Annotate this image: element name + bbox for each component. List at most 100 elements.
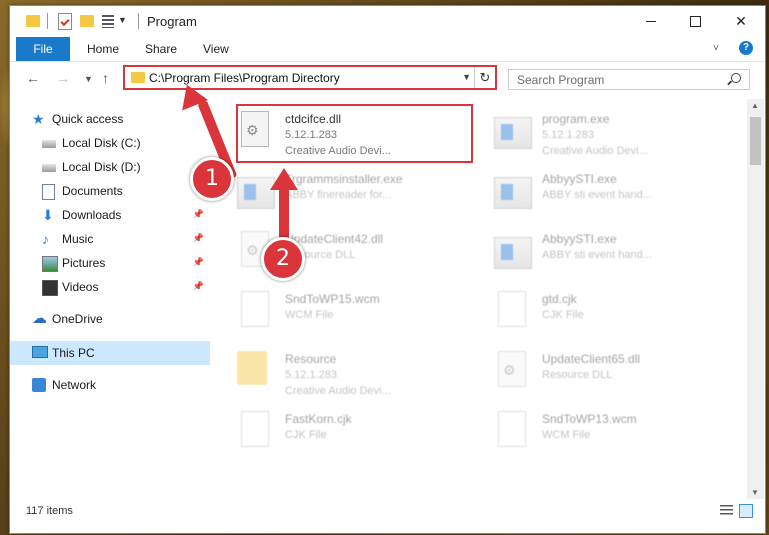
sidebar-item-documents[interactable]: Documents <box>10 179 210 203</box>
details-view-icon[interactable] <box>720 505 733 517</box>
navigation-pane: ★ Quick access Local Disk (C:) Local Dis… <box>10 99 210 499</box>
file-name: gtd.cjk <box>542 292 577 306</box>
download-icon: ⬇ <box>42 207 54 223</box>
large-icons-view-icon[interactable] <box>739 504 753 518</box>
file-name: AbbyySTI.exe <box>542 172 617 186</box>
file-item[interactable]: UpdateClient65.dll Resource DLL <box>494 351 734 406</box>
divider <box>47 13 48 29</box>
highlight-box <box>236 104 473 163</box>
new-folder-icon[interactable] <box>80 15 94 27</box>
sidebar-item-downloads[interactable]: ⬇ Downloads 📌 <box>10 203 210 227</box>
properties-icon[interactable] <box>58 13 72 30</box>
scroll-thumb[interactable] <box>750 117 761 165</box>
expand-ribbon-icon[interactable]: ˅ <box>713 43 719 54</box>
up-button[interactable]: ↑ <box>102 70 109 86</box>
vertical-scrollbar[interactable]: ▲ ▼ <box>747 99 764 499</box>
sidebar-item-onedrive[interactable]: ☁ OneDrive <box>10 307 210 331</box>
file-icon <box>241 411 269 447</box>
folder-icon <box>131 72 145 83</box>
search-icon[interactable] <box>731 73 741 83</box>
address-path[interactable]: C:\Program Files\Program Directory <box>149 71 340 85</box>
computer-icon <box>32 346 48 358</box>
address-bar[interactable]: C:\Program Files\Program Directory ▼ ↻ <box>123 65 497 90</box>
close-button[interactable]: ✕ <box>718 6 764 37</box>
arrow-head <box>270 168 298 190</box>
file-item[interactable]: AbbyySTI.exe ABBY sti event hand... <box>494 171 734 226</box>
file-type: WCM File <box>542 429 591 441</box>
minimize-icon <box>646 21 656 22</box>
file-item[interactable]: Resource 5.12.1.283 Creative Audio Devi.… <box>237 351 477 406</box>
search-input[interactable]: Search Program <box>508 69 750 90</box>
pictures-icon <box>42 256 58 272</box>
maximize-button[interactable] <box>672 6 718 37</box>
file-description: Creative Audio Devi... <box>542 145 648 157</box>
file-description: ABBY sti event hand... <box>542 249 652 261</box>
back-button[interactable]: ← <box>26 70 40 86</box>
file-type: CJK File <box>285 429 327 441</box>
pin-icon[interactable]: 📌 <box>193 209 204 220</box>
sidebar-item-label: Documents <box>62 184 123 198</box>
dll-icon <box>498 351 526 387</box>
refresh-button[interactable]: ↻ <box>474 67 495 88</box>
file-item[interactable]: SndToWP15.wcm WCM File <box>237 291 477 346</box>
divider <box>138 13 139 29</box>
scroll-up-icon[interactable]: ▲ <box>751 101 759 110</box>
file-name: UpdateClient65.dll <box>542 352 641 366</box>
forward-button[interactable]: → <box>56 70 70 86</box>
title-bar: ▼ Program ✕ <box>10 6 765 37</box>
view-options-icon[interactable] <box>102 15 114 28</box>
sidebar-item-local-disk-c[interactable]: Local Disk (C:) <box>10 131 210 155</box>
exe-icon <box>494 177 532 209</box>
chevron-down-icon[interactable]: ▼ <box>118 15 127 31</box>
sidebar-item-label: Music <box>62 232 94 246</box>
tab-view[interactable]: View <box>203 37 229 61</box>
ribbon-tabs: File Home Share View ˅ ? <box>10 37 765 62</box>
sidebar-item-label: Local Disk (D:) <box>62 160 141 174</box>
sidebar-item-music[interactable]: ♪ Music 📌 <box>10 227 210 251</box>
pin-icon[interactable]: 📌 <box>193 281 204 292</box>
folder-icon <box>26 15 40 27</box>
sidebar-item-videos[interactable]: Videos 📌 <box>10 275 210 299</box>
annotation-badge-2: 2 <box>261 237 305 281</box>
file-item[interactable]: gtd.cjk CJK File <box>494 291 734 346</box>
file-item[interactable]: program.exe 5.12.1.283 Creative Audio De… <box>494 111 734 166</box>
explorer-window: ▼ Program ✕ File Home Share View ˅ ? ← →… <box>9 5 766 534</box>
tab-file[interactable]: File <box>16 37 70 61</box>
sidebar-item-label: Downloads <box>62 208 122 222</box>
file-icon <box>241 291 269 327</box>
file-item[interactable]: AbbyySTI.exe ABBY sti event hand... <box>494 231 734 286</box>
maximize-icon <box>689 16 701 27</box>
drive-icon <box>42 164 56 172</box>
file-icon <box>498 411 526 447</box>
sidebar-item-label: This PC <box>52 346 95 360</box>
file-description: Creative Audio Devi... <box>285 385 391 397</box>
sidebar-item-pictures[interactable]: Pictures 📌 <box>10 251 210 275</box>
sidebar-item-this-pc[interactable]: This PC <box>10 341 210 365</box>
file-description: Resource DLL <box>542 369 613 381</box>
file-description: ABBY finereader for... <box>285 189 392 201</box>
search-placeholder: Search Program <box>517 73 605 87</box>
pin-icon[interactable]: 📌 <box>193 233 204 244</box>
drive-icon <box>42 140 56 148</box>
address-history-chevron-icon[interactable]: ▼ <box>462 72 471 82</box>
pin-icon[interactable]: 📌 <box>193 257 204 268</box>
recent-locations-chevron-icon[interactable]: ▼ <box>84 74 93 84</box>
sidebar-item-local-disk-d[interactable]: Local Disk (D:) <box>10 155 210 179</box>
tab-home[interactable]: Home <box>87 37 119 61</box>
exe-icon <box>494 117 532 149</box>
sidebar-item-network[interactable]: Network <box>10 373 210 397</box>
file-type: CJK File <box>542 309 584 321</box>
file-item[interactable]: FastKorn.cjk CJK File <box>237 411 477 466</box>
file-item[interactable]: SndToWP13.wcm WCM File <box>494 411 734 466</box>
file-name: Resource <box>285 352 337 366</box>
minimize-button[interactable] <box>628 6 674 37</box>
file-name: program.exe <box>542 112 610 126</box>
file-name: SndToWP13.wcm <box>542 412 637 426</box>
help-icon[interactable]: ? <box>739 41 753 55</box>
sidebar-item-quick-access[interactable]: ★ Quick access <box>10 107 210 131</box>
network-icon <box>32 378 46 392</box>
exe-icon <box>494 237 532 269</box>
sidebar-item-label: Local Disk (C:) <box>62 136 141 150</box>
scroll-down-icon[interactable]: ▼ <box>751 488 759 497</box>
tab-share[interactable]: Share <box>145 37 177 61</box>
